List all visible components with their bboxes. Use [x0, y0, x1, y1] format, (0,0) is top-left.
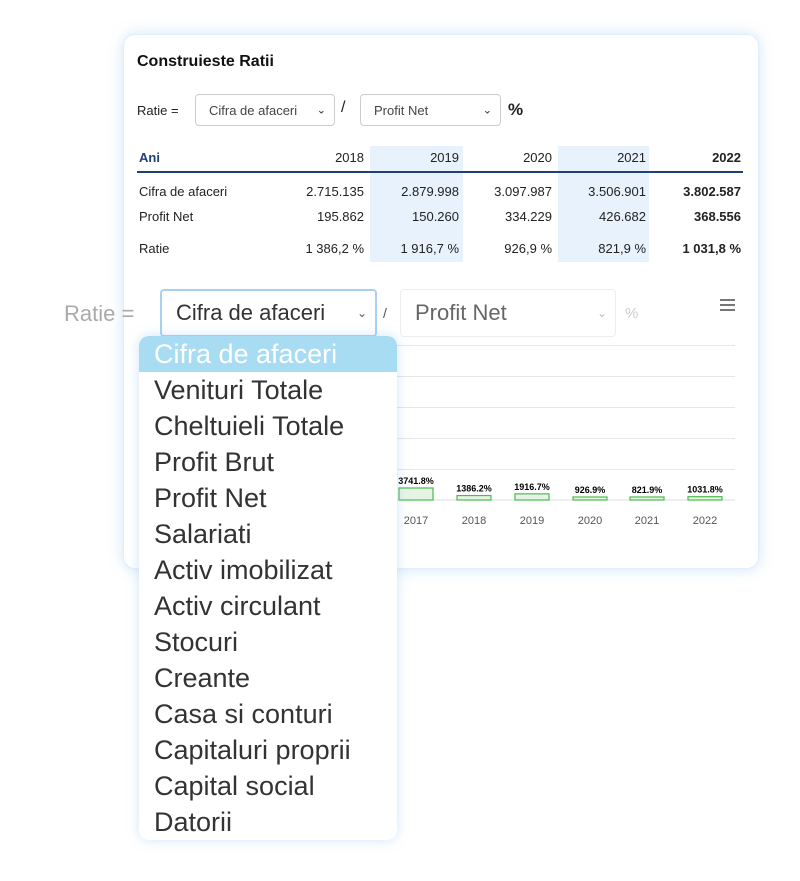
- row-label: Profit Net: [139, 209, 194, 224]
- table-cell: 1 031,8 %: [682, 241, 741, 256]
- dropdown-option[interactable]: Capitaluri proprii: [139, 732, 397, 768]
- chevron-down-icon: ⌄: [316, 104, 326, 117]
- bar-2020[interactable]: [572, 496, 608, 501]
- gridline: [397, 345, 735, 346]
- x-tick-label: 2020: [578, 515, 602, 527]
- divide-sign: /: [341, 99, 346, 116]
- bar-2022[interactable]: [687, 496, 723, 501]
- ratio-label: Ratie =: [137, 103, 179, 118]
- bar-data-label: 821.9%: [632, 485, 663, 495]
- bar-2019[interactable]: [514, 493, 550, 501]
- chevron-down-icon: ⌄: [596, 306, 607, 320]
- table-cell: 368.556: [694, 209, 741, 224]
- gridline: [397, 438, 735, 439]
- bar-data-label: 1386.2%: [456, 484, 492, 494]
- header-divider: [137, 171, 743, 173]
- bar-data-label: 1031.8%: [687, 485, 723, 495]
- table-cell: 3.802.587: [683, 184, 741, 199]
- bar-2018[interactable]: [456, 494, 492, 501]
- denominator-value: Profit Net: [374, 102, 429, 118]
- gridline: [397, 376, 735, 377]
- dropdown-option[interactable]: Venituri Totale: [139, 372, 397, 408]
- percent-sign: %: [508, 100, 524, 119]
- x-tick-label: 2019: [520, 515, 544, 527]
- numerator-dropdown-list: Cifra de afaceri Venituri Totale Cheltuiel…: [139, 336, 397, 840]
- bar-data-label: 1916.7%: [514, 482, 550, 492]
- dropdown-option[interactable]: Cheltuieli Totale: [139, 408, 397, 444]
- overlay-numerator-value: Cifra de afaceri: [176, 300, 326, 325]
- gridline: [397, 407, 735, 408]
- dropdown-option[interactable]: Creante: [139, 660, 397, 696]
- overlay-numerator-select[interactable]: Cifra de afaceri ⌄: [160, 289, 377, 337]
- dropdown-option[interactable]: Stocuri: [139, 624, 397, 660]
- header-year: 2022: [712, 150, 741, 165]
- dropdown-option[interactable]: Profit Net: [139, 480, 397, 516]
- x-tick-label: 2022: [693, 515, 717, 527]
- hamburger-menu-icon[interactable]: [720, 299, 735, 314]
- dropdown-option[interactable]: Activ imobilizat: [139, 552, 397, 588]
- row-label: Cifra de afaceri: [139, 184, 228, 199]
- numerator-value: Cifra de afaceri: [209, 102, 298, 118]
- row-label: Ratie: [139, 241, 170, 256]
- x-tick-label: 2018: [462, 515, 486, 527]
- numerator-select[interactable]: Cifra de afaceri ⌄: [195, 94, 335, 126]
- x-tick-label: 2021: [635, 515, 659, 527]
- chevron-down-icon: ⌄: [356, 306, 367, 320]
- overlay-ratio-label: Ratie =: [64, 301, 135, 326]
- dropdown-option[interactable]: Cifra de afaceri: [139, 336, 397, 372]
- dropdown-option[interactable]: Salariati: [139, 516, 397, 552]
- denominator-select[interactable]: Profit Net ⌄: [360, 94, 501, 126]
- dropdown-option[interactable]: Datorii: [139, 804, 397, 840]
- bar-2021[interactable]: [629, 496, 665, 501]
- overlay-denominator-select[interactable]: Profit Net ⌄: [400, 289, 616, 337]
- ratio-bar-chart: 3741.8% 2017 1386.2% 2018 1916.7% 2019 926.9% 2…: [397, 476, 735, 527]
- overlay-denominator-value: Profit Net: [415, 300, 507, 325]
- dropdown-option[interactable]: Capital social: [139, 768, 397, 804]
- overlay-percent-sign: %: [625, 305, 639, 322]
- x-tick-label: 2017: [404, 515, 428, 527]
- card-title: Construieste Ratii: [137, 53, 274, 70]
- dropdown-option[interactable]: Casa si conturi: [139, 696, 397, 732]
- dropdown-option[interactable]: Profit Brut: [139, 444, 397, 480]
- overlay-divide-sign: /: [383, 305, 387, 321]
- dropdown-option[interactable]: Activ circulant: [139, 588, 397, 624]
- bar-data-label: 3741.8%: [398, 476, 434, 486]
- bar-data-label: 926.9%: [575, 485, 606, 495]
- header-ani: Ani: [139, 150, 160, 165]
- bar-2017[interactable]: [398, 487, 434, 501]
- chevron-down-icon: ⌄: [482, 104, 492, 117]
